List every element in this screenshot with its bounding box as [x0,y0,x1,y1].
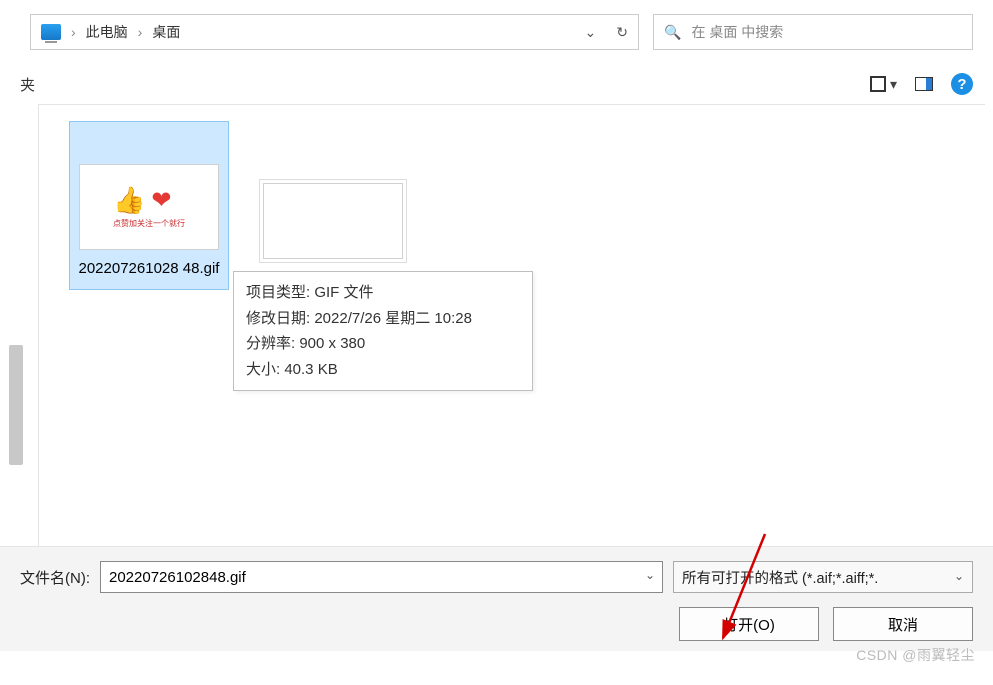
search-icon: 🔍 [664,24,681,41]
file-list-area: 👍 ❤ 点赞加关注一个就行 202207261028 48.gif 项目类型: … [38,104,985,546]
tooltip-line: 分辨率: 900 x 380 [246,331,520,357]
help-icon[interactable]: ? [951,73,973,95]
tooltip-line: 大小: 40.3 KB [246,357,520,383]
square-icon [870,76,886,92]
chevron-right-icon: › [71,24,76,40]
file-name: 202207261028 48.gif [74,258,224,279]
filename-label: 文件名(N): [20,567,90,588]
open-button[interactable]: 打开(O) [679,607,819,641]
filter-label: 所有可打开的格式 (*.aif;*.aiff;*. [682,567,878,588]
file-type-filter[interactable]: 所有可打开的格式 (*.aif;*.aiff;*. ⌄ [673,561,973,593]
file-thumbnail: 👍 ❤ 点赞加关注一个就行 [79,164,219,250]
chevron-right-icon: › [138,24,143,40]
search-placeholder: 在 桌面 中搜索 [691,22,783,42]
toolbar-label: 夹 [20,74,35,95]
address-bar[interactable]: › 此电脑 › 桌面 ⌄ ↻ [30,14,639,50]
file-item[interactable] [259,121,419,269]
chevron-down-icon[interactable]: ⌄ [585,24,597,41]
refresh-icon[interactable]: ↻ [616,24,628,41]
preview-pane-button[interactable] [915,77,933,91]
view-mode-button[interactable]: ▾ [870,76,897,93]
breadcrumb-item[interactable]: 此电脑 [86,22,128,42]
file-item-selected[interactable]: 👍 ❤ 点赞加关注一个就行 202207261028 48.gif [69,121,229,290]
bottom-panel: 文件名(N): ⌄ 所有可打开的格式 (*.aif;*.aiff;*. ⌄ 打开… [0,546,993,651]
preview-pane-icon [915,77,933,91]
pc-icon [41,24,61,40]
thumbs-up-icon: 👍 [113,185,145,216]
file-thumbnail [263,183,403,259]
breadcrumb-item[interactable]: 桌面 [152,22,180,42]
scrollbar-thumb[interactable] [9,345,23,465]
cancel-button[interactable]: 取消 [833,607,973,641]
chevron-down-icon: ⌄ [954,569,964,583]
chevron-down-icon: ▾ [890,76,897,93]
search-input[interactable]: 🔍 在 桌面 中搜索 [653,14,973,50]
tooltip-line: 项目类型: GIF 文件 [246,280,520,306]
tooltip-line: 修改日期: 2022/7/26 星期二 10:28 [246,306,520,332]
file-tooltip: 项目类型: GIF 文件 修改日期: 2022/7/26 星期二 10:28 分… [233,271,533,391]
heart-icon: ❤ [151,186,171,215]
thumb-caption: 点赞加关注一个就行 [113,218,185,229]
filename-input[interactable] [100,561,663,593]
